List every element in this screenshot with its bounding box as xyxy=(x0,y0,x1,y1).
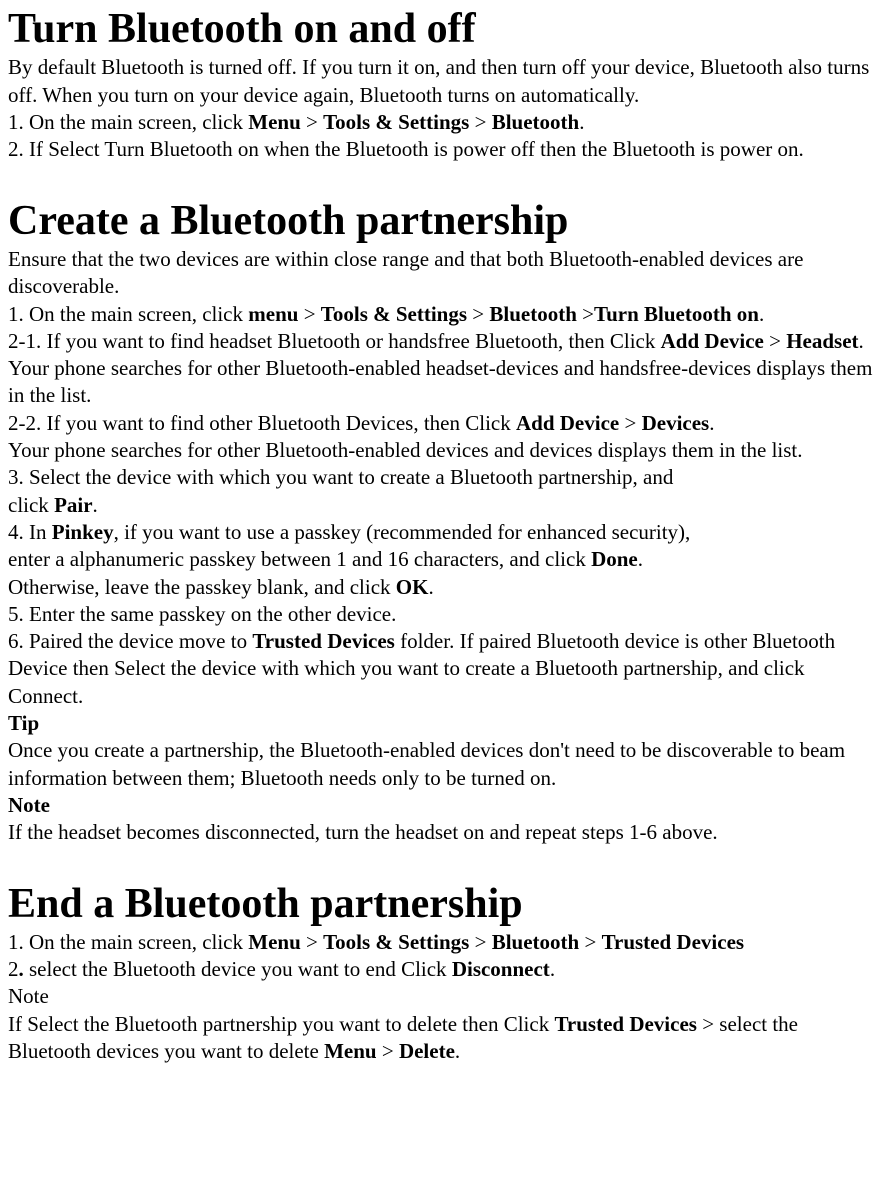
heading-end-partnership: End a Bluetooth partnership xyxy=(8,879,885,929)
step-2-1-a: 2-1. If you want to find headset Bluetoo… xyxy=(8,329,661,353)
trusted-bold: Trusted Devices xyxy=(252,629,395,653)
note-text: If the headset becomes disconnected, tur… xyxy=(8,819,885,846)
disconnect-bold: Disconnect xyxy=(452,957,550,981)
heading-create-partnership: Create a Bluetooth partnership xyxy=(8,196,885,246)
note-label: Note xyxy=(8,983,885,1010)
period: . xyxy=(638,547,643,571)
bluetooth-bold: Bluetooth xyxy=(492,110,580,134)
step-1-prefix: 1. On the main screen, click xyxy=(8,302,248,326)
gt: > xyxy=(377,1039,399,1063)
menu-bold: Menu xyxy=(324,1039,377,1063)
section-end-partnership: End a Bluetooth partnership 1. On the ma… xyxy=(8,879,885,1066)
done-bold: Done xyxy=(591,547,638,571)
period: . xyxy=(759,302,764,326)
step-1: 1. On the main screen, click Menu > Tool… xyxy=(8,109,885,136)
step-2-1: 2-1. If you want to find headset Bluetoo… xyxy=(8,328,885,410)
step-3a: 3. Select the device with which you want… xyxy=(8,464,885,491)
step-1-prefix: 1. On the main screen, click xyxy=(8,930,248,954)
step-4-suffix: , if you want to use a passkey (recommen… xyxy=(114,520,691,544)
step-2: 2. select the Bluetooth device you want … xyxy=(8,956,885,983)
step-2-text: select the Bluetooth device you want to … xyxy=(24,957,452,981)
intro-text: Ensure that the two devices are within c… xyxy=(8,246,885,301)
add-device-bold: Add Device xyxy=(661,329,764,353)
menu-bold: Menu xyxy=(248,930,301,954)
step-1: 1. On the main screen, click menu > Tool… xyxy=(8,301,885,328)
step-4c-text: enter a alphanumeric passkey between 1 a… xyxy=(8,547,591,571)
step-2-2-a: 2-2. If you want to find other Bluetooth… xyxy=(8,411,516,435)
section-turn-bluetooth: Turn Bluetooth on and off By default Blu… xyxy=(8,4,885,164)
step-1-prefix: 1. On the main screen, click xyxy=(8,110,248,134)
tip-text: Once you create a partnership, the Bluet… xyxy=(8,737,885,792)
gt: > xyxy=(619,411,641,435)
step-5: 5. Enter the same passkey on the other d… xyxy=(8,601,885,628)
step-2-2-b: Your phone searches for other Bluetooth-… xyxy=(8,437,885,464)
period: . xyxy=(709,411,714,435)
section-create-partnership: Create a Bluetooth partnership Ensure th… xyxy=(8,196,885,847)
gt: > xyxy=(301,930,323,954)
gt: > xyxy=(298,302,320,326)
gt: > xyxy=(579,930,601,954)
period: . xyxy=(550,957,555,981)
heading-turn-bluetooth: Turn Bluetooth on and off xyxy=(8,4,885,54)
step-3b: click Pair. xyxy=(8,492,885,519)
bluetooth-bold: Bluetooth xyxy=(489,302,577,326)
step-6a: 6. Paired the device move to xyxy=(8,629,252,653)
gt: > xyxy=(469,930,491,954)
period: . xyxy=(455,1039,460,1063)
gt: > xyxy=(469,110,491,134)
menu-bold: menu xyxy=(248,302,298,326)
step-4d-text: Otherwise, leave the passkey blank, and … xyxy=(8,575,396,599)
ok-bold: OK xyxy=(396,575,429,599)
devices-bold: Devices xyxy=(642,411,710,435)
step-6: 6. Paired the device move to Trusted Dev… xyxy=(8,628,885,710)
trusted-bold: Trusted Devices xyxy=(554,1012,697,1036)
step-1: 1. On the main screen, click Menu > Tool… xyxy=(8,929,885,956)
step-4-prefix: 4. In xyxy=(8,520,52,544)
tip-label: Tip xyxy=(8,710,885,737)
tip-bold: Tip xyxy=(8,711,39,735)
gt: > xyxy=(467,302,489,326)
trusted-bold: Trusted Devices xyxy=(602,930,745,954)
period: . xyxy=(579,110,584,134)
note-text: If Select the Bluetooth partnership you … xyxy=(8,1011,885,1066)
step-4a: 4. In Pinkey, if you want to use a passk… xyxy=(8,519,885,546)
gt: > xyxy=(301,110,323,134)
gt: > xyxy=(764,329,786,353)
step-2: 2. If Select Turn Bluetooth on when the … xyxy=(8,136,885,163)
bluetooth-bold: Bluetooth xyxy=(492,930,580,954)
step-4d: Otherwise, leave the passkey blank, and … xyxy=(8,574,885,601)
pair-bold: Pair xyxy=(54,493,92,517)
period: . xyxy=(428,575,433,599)
turn-on-bold: Turn Bluetooth on xyxy=(594,302,759,326)
click-text: click xyxy=(8,493,54,517)
gt: > xyxy=(577,302,594,326)
add-device-bold: Add Device xyxy=(516,411,619,435)
delete-bold: Delete xyxy=(399,1039,455,1063)
step-4c: enter a alphanumeric passkey between 1 a… xyxy=(8,546,885,573)
step-2-num: 2 xyxy=(8,957,19,981)
period: . xyxy=(93,493,98,517)
menu-bold: Menu xyxy=(248,110,301,134)
tools-bold: Tools & Settings xyxy=(323,110,469,134)
note-a: If Select the Bluetooth partnership you … xyxy=(8,1012,554,1036)
step-2-2: 2-2. If you want to find other Bluetooth… xyxy=(8,410,885,437)
pinkey-bold: Pinkey xyxy=(52,520,114,544)
note-label: Note xyxy=(8,792,885,819)
tools-bold: Tools & Settings xyxy=(321,302,467,326)
tools-bold: Tools & Settings xyxy=(323,930,469,954)
intro-text: By default Bluetooth is turned off. If y… xyxy=(8,54,885,109)
headset-bold: Headset xyxy=(786,329,858,353)
note-bold: Note xyxy=(8,793,50,817)
